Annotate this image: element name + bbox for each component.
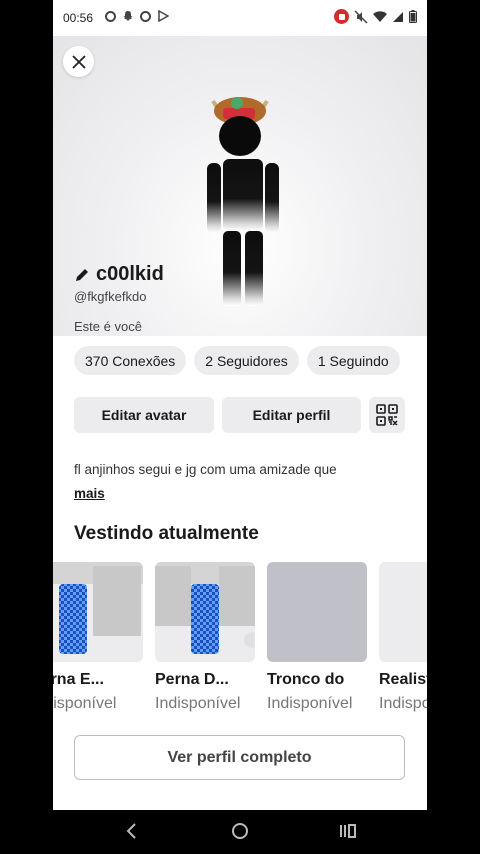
right-leg-thumbnail-image bbox=[155, 562, 255, 654]
bio-text: fl anjinhos segui e jg com uma amizade q… bbox=[74, 462, 337, 477]
display-name[interactable]: c00lkid bbox=[74, 263, 164, 286]
item-status: Indisponível bbox=[155, 695, 241, 712]
wearing-item[interactable]: Tronco do Indisponível bbox=[267, 562, 367, 713]
display-name-text: c00lkid bbox=[96, 263, 164, 285]
avatar-3d-figure bbox=[207, 97, 279, 306]
following-pill[interactable]: 1 Seguindo bbox=[306, 346, 400, 375]
wearing-section-title: Vestindo atualmente bbox=[74, 523, 259, 544]
qr-code-icon bbox=[376, 404, 398, 426]
home-icon[interactable] bbox=[231, 822, 249, 840]
status-bar: 00:56 bbox=[53, 0, 427, 36]
wearing-item[interactable]: Realista Indisponível bbox=[379, 562, 427, 713]
wifi-icon bbox=[373, 10, 387, 22]
item-thumbnail bbox=[155, 562, 255, 662]
wearing-item[interactable]: Perna E... Indisponível bbox=[53, 562, 143, 713]
wearing-item[interactable]: Perna D... Indisponível bbox=[155, 562, 255, 713]
signal-icon bbox=[393, 11, 403, 22]
view-full-profile-button[interactable]: Ver perfil completo bbox=[74, 735, 405, 780]
item-status: Indisponível bbox=[267, 695, 353, 712]
status-time: 00:56 bbox=[63, 11, 94, 25]
android-nav-bar bbox=[0, 810, 480, 854]
item-status: Indisponível bbox=[53, 695, 117, 712]
bio: fl anjinhos segui e jg com uma amizade q… bbox=[74, 458, 394, 506]
edit-profile-button[interactable]: Editar perfil bbox=[222, 397, 361, 433]
username: @fkgfkefkdo bbox=[74, 289, 147, 304]
connections-pill[interactable]: 370 Conexões bbox=[74, 346, 187, 375]
back-icon[interactable] bbox=[124, 822, 138, 840]
close-button[interactable] bbox=[63, 46, 94, 77]
item-thumbnail bbox=[53, 562, 143, 662]
battery-icon bbox=[409, 10, 417, 23]
phone-screen: 00:56 c00lkid @fkgfkefkdo Este é você 37… bbox=[53, 0, 427, 810]
camera-record-icon bbox=[140, 10, 151, 22]
pencil-icon[interactable] bbox=[74, 267, 90, 283]
recent-apps-icon[interactable] bbox=[339, 822, 357, 840]
profile-actions: Editar avatar Editar perfil bbox=[74, 397, 405, 433]
item-thumbnail bbox=[379, 562, 427, 662]
item-name: Realista bbox=[379, 671, 427, 688]
whatsapp-icon bbox=[105, 10, 116, 22]
stats-row: 370 Conexões 2 Seguidores 1 Seguindo bbox=[74, 346, 400, 375]
screen-record-icon bbox=[334, 9, 349, 24]
item-status: Indisponível bbox=[379, 695, 427, 712]
close-icon bbox=[71, 54, 86, 69]
play-store-icon bbox=[158, 10, 169, 22]
mute-icon bbox=[354, 9, 368, 24]
qr-code-button[interactable] bbox=[369, 397, 405, 433]
item-name: Tronco do bbox=[267, 671, 345, 688]
followers-pill[interactable]: 2 Seguidores bbox=[194, 346, 299, 375]
item-name: Perna D... bbox=[155, 671, 229, 688]
item-name: Perna E... bbox=[53, 671, 104, 688]
item-thumbnail bbox=[267, 562, 367, 662]
wearing-items-carousel[interactable]: Perna E... Indisponível Perna D... Indis… bbox=[53, 562, 427, 713]
left-leg-thumbnail-image bbox=[53, 562, 143, 654]
snapchat-icon bbox=[123, 11, 133, 21]
edit-avatar-button[interactable]: Editar avatar bbox=[74, 397, 214, 433]
this-is-you-label: Este é você bbox=[74, 319, 142, 334]
bio-more-link[interactable]: mais bbox=[74, 482, 394, 506]
avatar-hero: c00lkid @fkgfkefkdo Este é você bbox=[53, 36, 427, 336]
